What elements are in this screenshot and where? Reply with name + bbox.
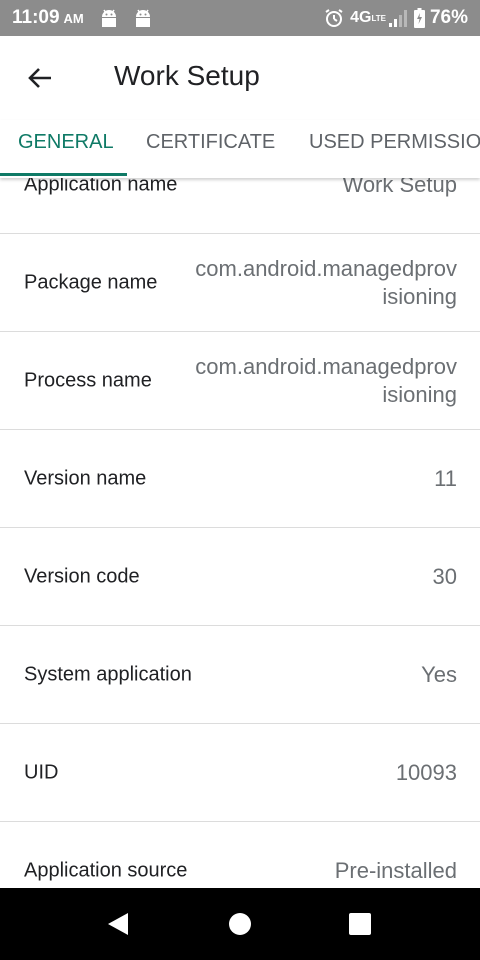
status-ampm: AM (63, 10, 84, 26)
app-bar: Work Setup (0, 36, 480, 120)
nav-recents-icon[interactable] (346, 910, 374, 938)
detail-row-package-name[interactable]: Package name com.android.managedprovisio… (0, 234, 480, 332)
tab-bar: GENERAL CERTIFICATE USED PERMISSIONS (0, 120, 480, 178)
detail-label: Package name (24, 271, 158, 293)
detail-row-application-source[interactable]: Application source Pre-installed (0, 822, 480, 888)
battery-percent: 76% (429, 7, 468, 28)
network-type: 4G (350, 9, 372, 26)
detail-label: UID (24, 761, 59, 783)
navigation-bar (0, 888, 480, 960)
detail-label: Process name (24, 369, 152, 391)
battery-charging-icon (413, 8, 425, 28)
nav-back-icon[interactable] (104, 910, 132, 938)
android-apk-icon (135, 9, 150, 27)
detail-row-uid[interactable]: UID 10093 (0, 724, 480, 822)
details-list: Application name Work Setup Package name… (0, 178, 480, 888)
detail-label: System application (24, 663, 192, 685)
status-bar: 11:09 AM 4G LTE 76% (0, 0, 480, 36)
active-tab-indicator (0, 173, 127, 176)
detail-label: Version code (24, 565, 140, 587)
status-time: 11:09 (12, 7, 60, 28)
detail-row-version-name[interactable]: Version name 11 (0, 430, 480, 528)
alarm-icon (325, 9, 343, 27)
status-right: 4G LTE 76% (324, 7, 468, 29)
detail-value: com.android.managedprovisioning (195, 255, 457, 309)
signal-icon (388, 10, 407, 27)
network-subtype: LTE (371, 13, 386, 23)
detail-value: 30 (432, 563, 457, 589)
back-button[interactable] (20, 58, 60, 98)
tab-used-permissions[interactable]: USED PERMISSIONS (309, 120, 480, 176)
detail-value: Pre-installed (334, 857, 457, 883)
detail-row-application-name[interactable]: Application name Work Setup (0, 178, 480, 234)
detail-value: Work Setup (342, 178, 457, 197)
detail-row-system-application[interactable]: System application Yes (0, 626, 480, 724)
detail-row-process-name[interactable]: Process name com.android.managedprovisio… (0, 332, 480, 430)
status-left: 11:09 AM (12, 7, 166, 29)
detail-label: Application name (24, 178, 178, 195)
detail-value: 11 (434, 465, 457, 491)
page-title: Work Setup (114, 60, 260, 91)
detail-label: Application source (24, 859, 188, 881)
nav-home-icon[interactable] (226, 910, 254, 938)
tab-general[interactable]: GENERAL (18, 120, 114, 176)
detail-value: Yes (421, 661, 457, 687)
details-list-container[interactable]: Application name Work Setup Package name… (0, 178, 480, 888)
detail-value: com.android.managedprovisioning (195, 353, 457, 407)
tab-certificate[interactable]: CERTIFICATE (146, 120, 275, 176)
arrow-left-icon (28, 68, 51, 88)
android-apk-icon (101, 9, 116, 27)
detail-value: 10093 (395, 759, 457, 785)
detail-row-version-code[interactable]: Version code 30 (0, 528, 480, 626)
detail-label: Version name (24, 467, 147, 489)
